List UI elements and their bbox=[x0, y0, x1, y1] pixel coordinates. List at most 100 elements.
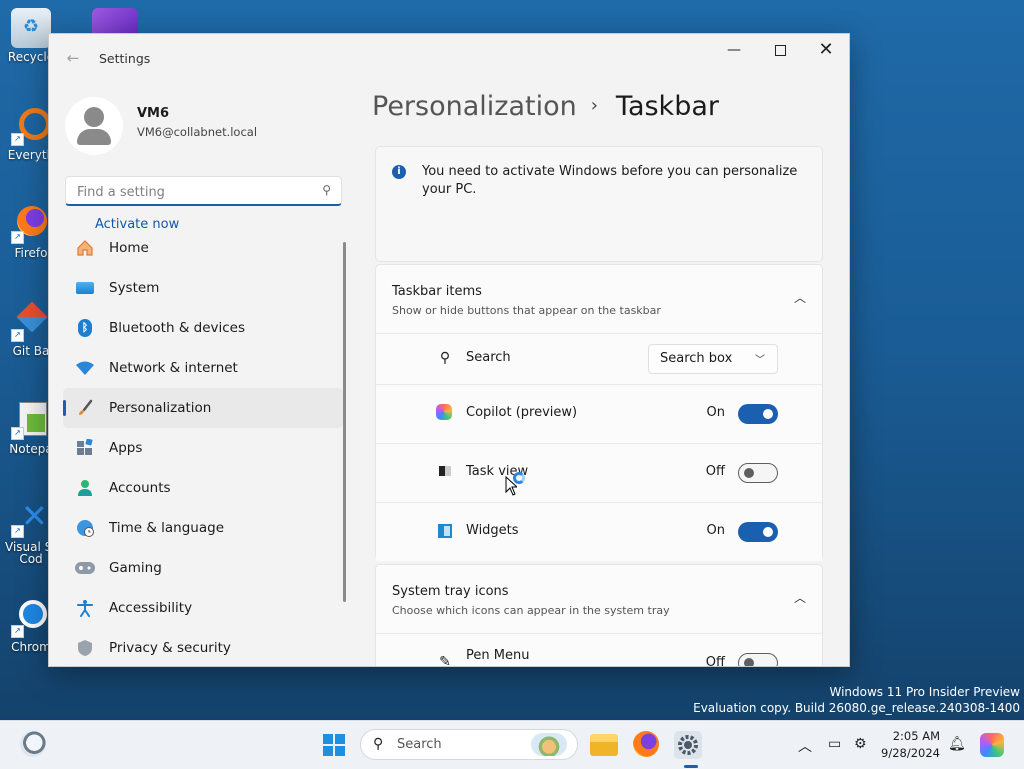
sidebar-nav: Home System ᛒ Bluetooth & devices Networ… bbox=[63, 228, 343, 666]
apps-icon bbox=[75, 438, 95, 458]
find-setting-input[interactable] bbox=[75, 182, 309, 202]
sidebar-item-label: Accounts bbox=[109, 480, 171, 496]
search-icon: ⚲ bbox=[439, 350, 451, 366]
toggle-state: Off bbox=[705, 464, 725, 479]
sidebar-item-system[interactable]: System bbox=[63, 268, 343, 308]
shortcut-arrow-icon: ↗ bbox=[11, 525, 24, 538]
settings-window: ← Settings — ✕ VM6 VM6@collabnet.local ⚲… bbox=[48, 33, 850, 667]
network-icon[interactable]: ⚙ bbox=[854, 736, 867, 752]
settings-gear-icon[interactable] bbox=[674, 731, 702, 759]
task-view-toggle[interactable] bbox=[738, 463, 778, 483]
chrome-icon: ↗ bbox=[11, 598, 51, 638]
shortcut-arrow-icon: ↗ bbox=[11, 329, 24, 342]
avatar-body bbox=[77, 129, 111, 145]
weather-widget-icon[interactable] bbox=[20, 731, 46, 757]
section-title: System tray icons bbox=[392, 584, 509, 599]
row-label: Search bbox=[466, 350, 511, 365]
maximize-button[interactable] bbox=[757, 34, 803, 66]
notice-text: You need to activate Windows before you … bbox=[422, 164, 798, 197]
avatar[interactable] bbox=[65, 97, 123, 155]
widgets-icon bbox=[436, 522, 454, 540]
dropdown-value: Search box bbox=[660, 351, 733, 366]
toggle-state: On bbox=[706, 523, 725, 538]
system-icon bbox=[75, 278, 95, 298]
sidebar-item-privacy-security[interactable]: Privacy & security bbox=[63, 628, 343, 666]
arrow-left-icon[interactable]: ← bbox=[63, 48, 83, 68]
search-mode-dropdown[interactable]: Search box ﹀ bbox=[648, 344, 778, 374]
user-email: VM6@collabnet.local bbox=[137, 125, 258, 139]
accessibility-icon bbox=[75, 598, 95, 618]
recycle-bin-icon: ♻ bbox=[11, 8, 51, 48]
visual-studio-icon[interactable] bbox=[92, 8, 138, 34]
chevron-up-icon[interactable]: ︿ bbox=[794, 289, 806, 306]
file-explorer-icon[interactable] bbox=[590, 734, 618, 756]
sidebar-item-label: Personalization bbox=[109, 400, 212, 416]
window-title: Settings bbox=[99, 51, 151, 66]
breadcrumb: Personalization › Taskbar bbox=[372, 91, 719, 122]
sidebar-scrollbar[interactable] bbox=[343, 242, 346, 602]
system-tray-section: System tray icons Choose which icons can… bbox=[375, 564, 823, 667]
row-copilot: Copilot (preview) On bbox=[376, 384, 822, 443]
bluetooth-icon: ᛒ bbox=[75, 318, 95, 338]
start-button[interactable] bbox=[320, 731, 348, 759]
watermark-line-2: Evaluation copy. Build 26080.ge_release.… bbox=[693, 701, 1020, 715]
breadcrumb-separator: › bbox=[590, 95, 598, 116]
vscode-icon: ✕ ↗ bbox=[11, 498, 51, 538]
clock-time[interactable]: 2:05 AM bbox=[880, 729, 940, 743]
row-search: ⚲ Search Search box ﹀ bbox=[376, 333, 822, 384]
toggle-state: Off bbox=[705, 655, 725, 667]
copilot-toggle[interactable] bbox=[738, 404, 778, 424]
minimize-button[interactable]: — bbox=[711, 34, 757, 66]
clock-date[interactable]: 9/28/2024 bbox=[876, 746, 940, 760]
section-title: Taskbar items bbox=[392, 284, 482, 299]
sidebar-item-time-language[interactable]: Time & language bbox=[63, 508, 343, 548]
watermark-line-1: Windows 11 Pro Insider Preview bbox=[829, 685, 1020, 699]
close-button[interactable]: ✕ bbox=[803, 34, 849, 66]
shortcut-arrow-icon: ↗ bbox=[11, 427, 24, 440]
sidebar-item-accessibility[interactable]: Accessibility bbox=[63, 588, 343, 628]
search-highlight-image bbox=[531, 733, 567, 756]
page-title: Taskbar bbox=[615, 91, 719, 122]
sidebar-item-personalization[interactable]: Personalization bbox=[63, 388, 343, 428]
avatar-head bbox=[84, 107, 104, 127]
chevron-down-icon: ﹀ bbox=[755, 355, 765, 366]
chevron-up-icon[interactable]: ︿ bbox=[794, 589, 806, 606]
sidebar-item-network[interactable]: Network & internet bbox=[63, 348, 343, 388]
taskbar-items-header[interactable]: Taskbar items Show or hide buttons that … bbox=[376, 265, 822, 333]
bell-icon[interactable]: 🔔︎ bbox=[948, 736, 966, 752]
firefox-taskbar-icon[interactable] bbox=[633, 731, 659, 757]
row-label: Copilot (preview) bbox=[466, 405, 578, 420]
busy-spinner-icon bbox=[513, 472, 525, 484]
find-setting-box[interactable]: ⚲ bbox=[65, 176, 342, 206]
sidebar-item-accounts[interactable]: Accounts bbox=[63, 468, 343, 508]
sidebar-item-label: Privacy & security bbox=[109, 640, 231, 656]
copilot-pre-icon[interactable] bbox=[980, 733, 1004, 757]
sidebar-item-home[interactable]: Home bbox=[63, 228, 343, 268]
activate-now-link[interactable]: Activate now bbox=[95, 217, 179, 232]
shortcut-arrow-icon: ↗ bbox=[11, 625, 24, 638]
pen-menu-toggle[interactable] bbox=[738, 653, 778, 666]
widgets-toggle[interactable] bbox=[738, 522, 778, 542]
sidebar-item-label: Gaming bbox=[109, 560, 162, 576]
sidebar-item-label: Accessibility bbox=[109, 600, 193, 616]
sidebar-item-label: Apps bbox=[109, 440, 143, 456]
section-subtitle: Choose which icons can appear in the sys… bbox=[392, 604, 670, 617]
windows-logo-icon bbox=[323, 734, 345, 756]
maximize-icon bbox=[774, 44, 786, 56]
pen-icon: ✎ bbox=[439, 654, 451, 667]
system-tray-header[interactable]: System tray icons Choose which icons can… bbox=[376, 565, 822, 633]
sidebar-item-apps[interactable]: Apps bbox=[63, 428, 343, 468]
taskbar-search-box[interactable]: ⚲ Search bbox=[360, 729, 578, 760]
sidebar-item-gaming[interactable]: Gaming bbox=[63, 548, 343, 588]
shortcut-arrow-icon: ↗ bbox=[11, 133, 24, 146]
accounts-icon bbox=[75, 478, 95, 498]
display-icon[interactable]: ▭ bbox=[828, 736, 841, 752]
chevron-up-icon[interactable]: ︿ bbox=[798, 736, 812, 756]
globe-clock-icon bbox=[75, 518, 95, 538]
taskbar: ⚲ Search ︿ ▭ ⚙ 2:05 AM 9/28/2024 🔔︎ bbox=[0, 720, 1024, 769]
gamepad-icon bbox=[75, 558, 95, 578]
search-icon: ⚲ bbox=[373, 736, 384, 752]
home-icon bbox=[75, 238, 95, 258]
breadcrumb-parent[interactable]: Personalization bbox=[372, 91, 577, 122]
sidebar-item-bluetooth[interactable]: ᛒ Bluetooth & devices bbox=[63, 308, 343, 348]
